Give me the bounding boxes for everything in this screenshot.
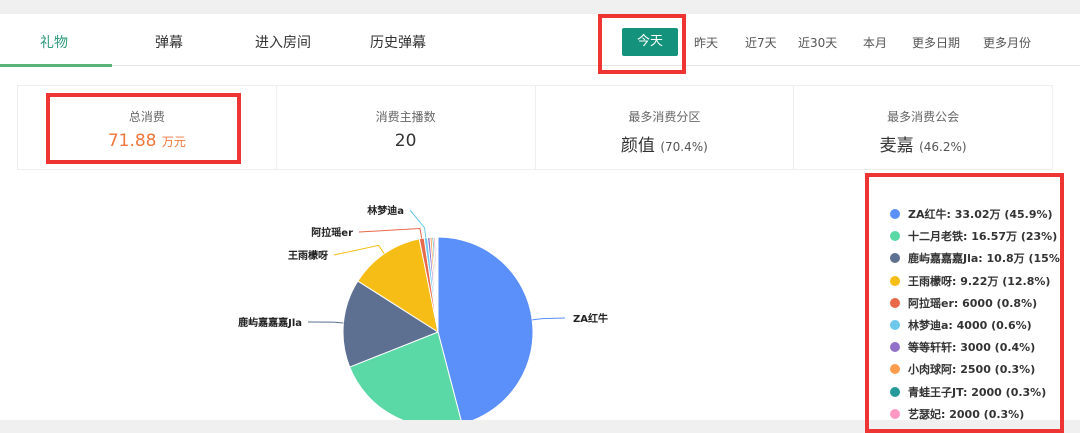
slice-label: 鹿屿嘉嘉嘉Jla xyxy=(238,316,302,329)
highlight-box xyxy=(46,93,241,164)
highlight-box xyxy=(865,173,1064,433)
slice-label: 林梦迪a xyxy=(367,204,404,217)
leader-line xyxy=(358,228,423,239)
leader-line xyxy=(307,321,344,324)
slice-label: 阿拉瑶er xyxy=(311,226,353,239)
leader-line xyxy=(532,317,566,321)
leader-line xyxy=(409,209,427,238)
leader-line xyxy=(333,244,385,256)
slice-label: ZA红牛 xyxy=(573,312,608,325)
slice-label: 王雨檬呀 xyxy=(288,249,328,262)
highlight-box xyxy=(598,14,686,74)
